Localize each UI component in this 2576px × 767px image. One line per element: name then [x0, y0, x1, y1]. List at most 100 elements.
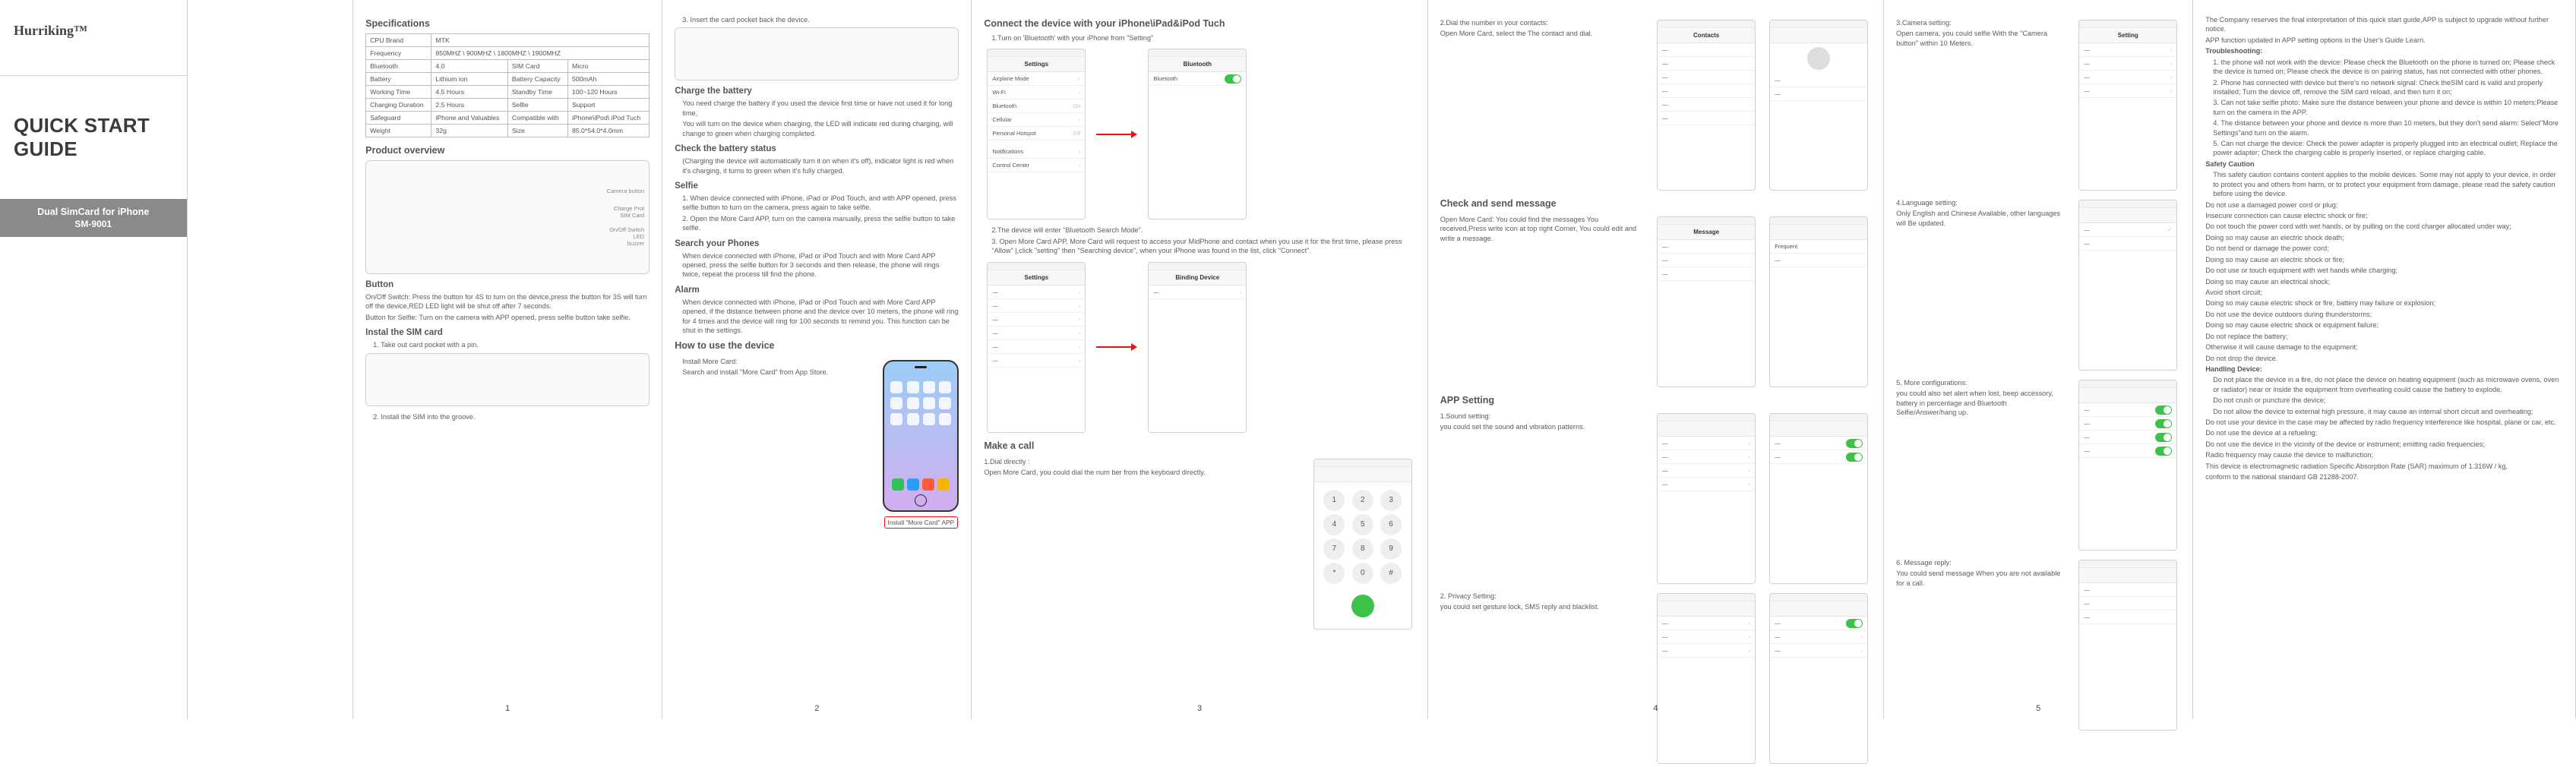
connect-heading: Connect the device with your iPhone\iPad…: [984, 18, 1414, 29]
safety-6: Do not use or touch equipment with wet h…: [2205, 266, 2563, 275]
blank-panel: [188, 0, 354, 719]
ts-1: 1. the phone will not work with the devi…: [2213, 58, 2563, 77]
phone-contact-detail-screenshot: — —: [1769, 20, 1868, 191]
language-setting-title: 4.Language setting:: [1896, 198, 2068, 207]
dial-contacts-p1: 2.Dial the number in your contacts:: [1440, 18, 1646, 27]
device-diagram: Camera button Charge Prot SIM Card On/Of…: [365, 160, 650, 274]
legal-p1: The Company reserves the final interpret…: [2205, 15, 2563, 34]
phone-binding-screenshot: Binding Device —›: [1148, 262, 1247, 433]
sound-setting-title: 1.Sound setting:: [1440, 412, 1646, 421]
howto-sub: Install More Card:: [682, 357, 875, 366]
phone-title-message: Message: [1658, 225, 1755, 240]
spec-cell: Safeguard: [366, 112, 431, 125]
spec-cell: CPU Brand: [366, 34, 431, 47]
ts-3: 3. Can not take selfie photo: Make sure …: [2213, 98, 2563, 117]
panel-connect: Connect the device with your iPhone\iPad…: [972, 0, 1427, 719]
handling-6: Radio frequency may cause the device to …: [2205, 450, 2563, 459]
troubleshoot-heading: Troubleshooting:: [2205, 47, 2262, 55]
sim-diagram-2: [675, 27, 959, 80]
ts-2: 2. Phone has connected with device but t…: [2213, 78, 2563, 97]
check-send-heading: Check and send message: [1440, 198, 1871, 209]
phone-bluetooth-screenshot: Bluetooth Bluetooth: [1148, 49, 1247, 219]
phone-privacy-screenshot: —› —› —›: [1657, 593, 1756, 764]
howto-p1: Search and install "More Card" from App …: [682, 368, 875, 377]
panel-app: 2.Dial the number in your contacts: Open…: [1428, 0, 1884, 719]
phone-language-screenshot: —✓ —: [2078, 200, 2177, 371]
install-app-callout: Install "More Card" APP: [884, 516, 959, 529]
toggle-icon: [2155, 406, 2172, 415]
button-heading: Button: [365, 280, 650, 289]
safety-11: Doing so may cause electric shock or equ…: [2205, 320, 2563, 330]
specs-heading: Specifications: [365, 18, 650, 29]
spec-cell: Battery: [366, 73, 431, 86]
row-notifications: Notifications: [992, 148, 1023, 155]
check-batt-heading: Check the battery status: [675, 144, 959, 153]
toggle-icon: [2155, 433, 2172, 442]
connect-p2: 2.The device will enter "Bluetooth Searc…: [991, 226, 1414, 235]
label-buzzer: buzzer: [366, 240, 644, 247]
arrow-icon: [1096, 343, 1137, 351]
phone-app-settings-screenshot: Settings —› —› —› —› —› —›: [987, 262, 1086, 433]
page-number: 3: [1197, 704, 1202, 713]
phone-privacy2-screenshot: — —› —›: [1769, 593, 1868, 764]
row-control-center: Control Center: [992, 162, 1029, 169]
spec-cell: Frequency: [366, 47, 431, 60]
dial-contacts-p2: Open More Card, select the The contact a…: [1440, 29, 1646, 38]
phone-title-contacts: Contacts: [1658, 28, 1755, 43]
banner-line1: Dual SimCard for iPhone: [3, 207, 184, 217]
spec-cell: Charging Duration: [366, 99, 431, 112]
charge-p2: You will turn on the device when chargin…: [682, 119, 959, 138]
safety-4: Do not bend or damage the power cord;: [2205, 244, 2563, 253]
phone-sound2-screenshot: — —: [1769, 413, 1868, 584]
safety-13: Otherwise it will cause damage to the eq…: [2205, 342, 2563, 352]
banner-line2: SM-9001: [3, 219, 184, 229]
make-call-heading: Make a call: [984, 440, 1414, 451]
handling-8: conform to the national standard GB 2128…: [2205, 472, 2563, 481]
selfie-p1: 1. When device connected with iPhone, iP…: [682, 194, 959, 213]
row-cellular: Cellular: [992, 116, 1011, 123]
spec-cell: Standby Time: [507, 86, 567, 99]
phone-msg-reply-screenshot: — — —: [2078, 560, 2177, 731]
spec-cell: 32g: [431, 125, 507, 137]
spec-cell: 4.0: [431, 60, 507, 73]
phone-title: Settings: [988, 57, 1085, 72]
row-frequent: Frequent: [1770, 240, 1867, 254]
button-p2: Button for Selfie: Turn on the camera wi…: [365, 313, 650, 322]
button-p1: On/Off Switch: Press the button for 4S t…: [365, 292, 650, 311]
search-phones-p1: When device connected with iPhone, iPad …: [682, 251, 959, 279]
brand-header: Hurriking™: [0, 0, 187, 76]
install-sim-heading: Instal the SIM card: [365, 328, 650, 337]
label-charge: Charge Prot: [366, 205, 644, 212]
panel-settings-cont: 3.Camera setting: Open camera, you could…: [1884, 0, 2193, 719]
spec-table: CPU BrandMTK Frequency850MHZ \ 900MHZ \ …: [365, 33, 650, 137]
page-number: 4: [1653, 704, 1658, 713]
page-title: QUICK START GUIDE: [14, 114, 173, 161]
phone-contacts-screenshot: Contacts —— —— ——: [1657, 20, 1756, 191]
legal-p2: APP function updated in APP setting opti…: [2205, 36, 2563, 45]
toggle-icon: [2155, 447, 2172, 456]
spec-cell: iPhone and Valuables: [431, 112, 507, 125]
more-config-p: you could also set alert when lost, beep…: [1896, 389, 2068, 417]
selfie-heading: Selfie: [675, 181, 959, 191]
spec-cell: 850MHZ \ 900MHZ \ 1800MHZ \ 1900MHZ: [431, 47, 650, 60]
handling-2: Do not allow the device to external high…: [2213, 407, 2563, 416]
toggle-icon: [1225, 74, 1241, 84]
language-setting-p: Only English and Chinese Available, othe…: [1896, 209, 2068, 228]
panel-charge: 3. Insert the card pocket back the devic…: [662, 0, 972, 719]
cover-panel: Hurriking™ QUICK START GUIDE Dual SimCar…: [0, 0, 188, 719]
panel-safety: The Company reserves the final interpret…: [2193, 0, 2576, 719]
safety-10: Do not use the device outdoors during th…: [2205, 310, 2563, 319]
page-number: 5: [2036, 704, 2040, 713]
connect-p1: 1.Turn on 'Bluetooth' with your iPhone f…: [991, 33, 1414, 43]
safety-3: Doing so may cause an electric shock dea…: [2205, 233, 2563, 242]
safety-5: Doing so may cause an electric shock or …: [2205, 255, 2563, 264]
row-bluetooth: Bluetooth: [992, 103, 1016, 109]
alarm-p1: When device connected with iPhone, iPad …: [682, 298, 959, 336]
phone-sound-screenshot: —› —› —› —›: [1657, 413, 1756, 584]
more-config-title: 5. More configurations:: [1896, 378, 2068, 387]
alarm-heading: Alarm: [675, 286, 959, 295]
spec-cell: 500mAh: [567, 73, 649, 86]
spec-cell: 85.0*54.0*4.0mm: [567, 125, 649, 137]
toggle-icon: [1846, 439, 1863, 448]
row-airplane: Airplane Mode: [992, 75, 1029, 82]
